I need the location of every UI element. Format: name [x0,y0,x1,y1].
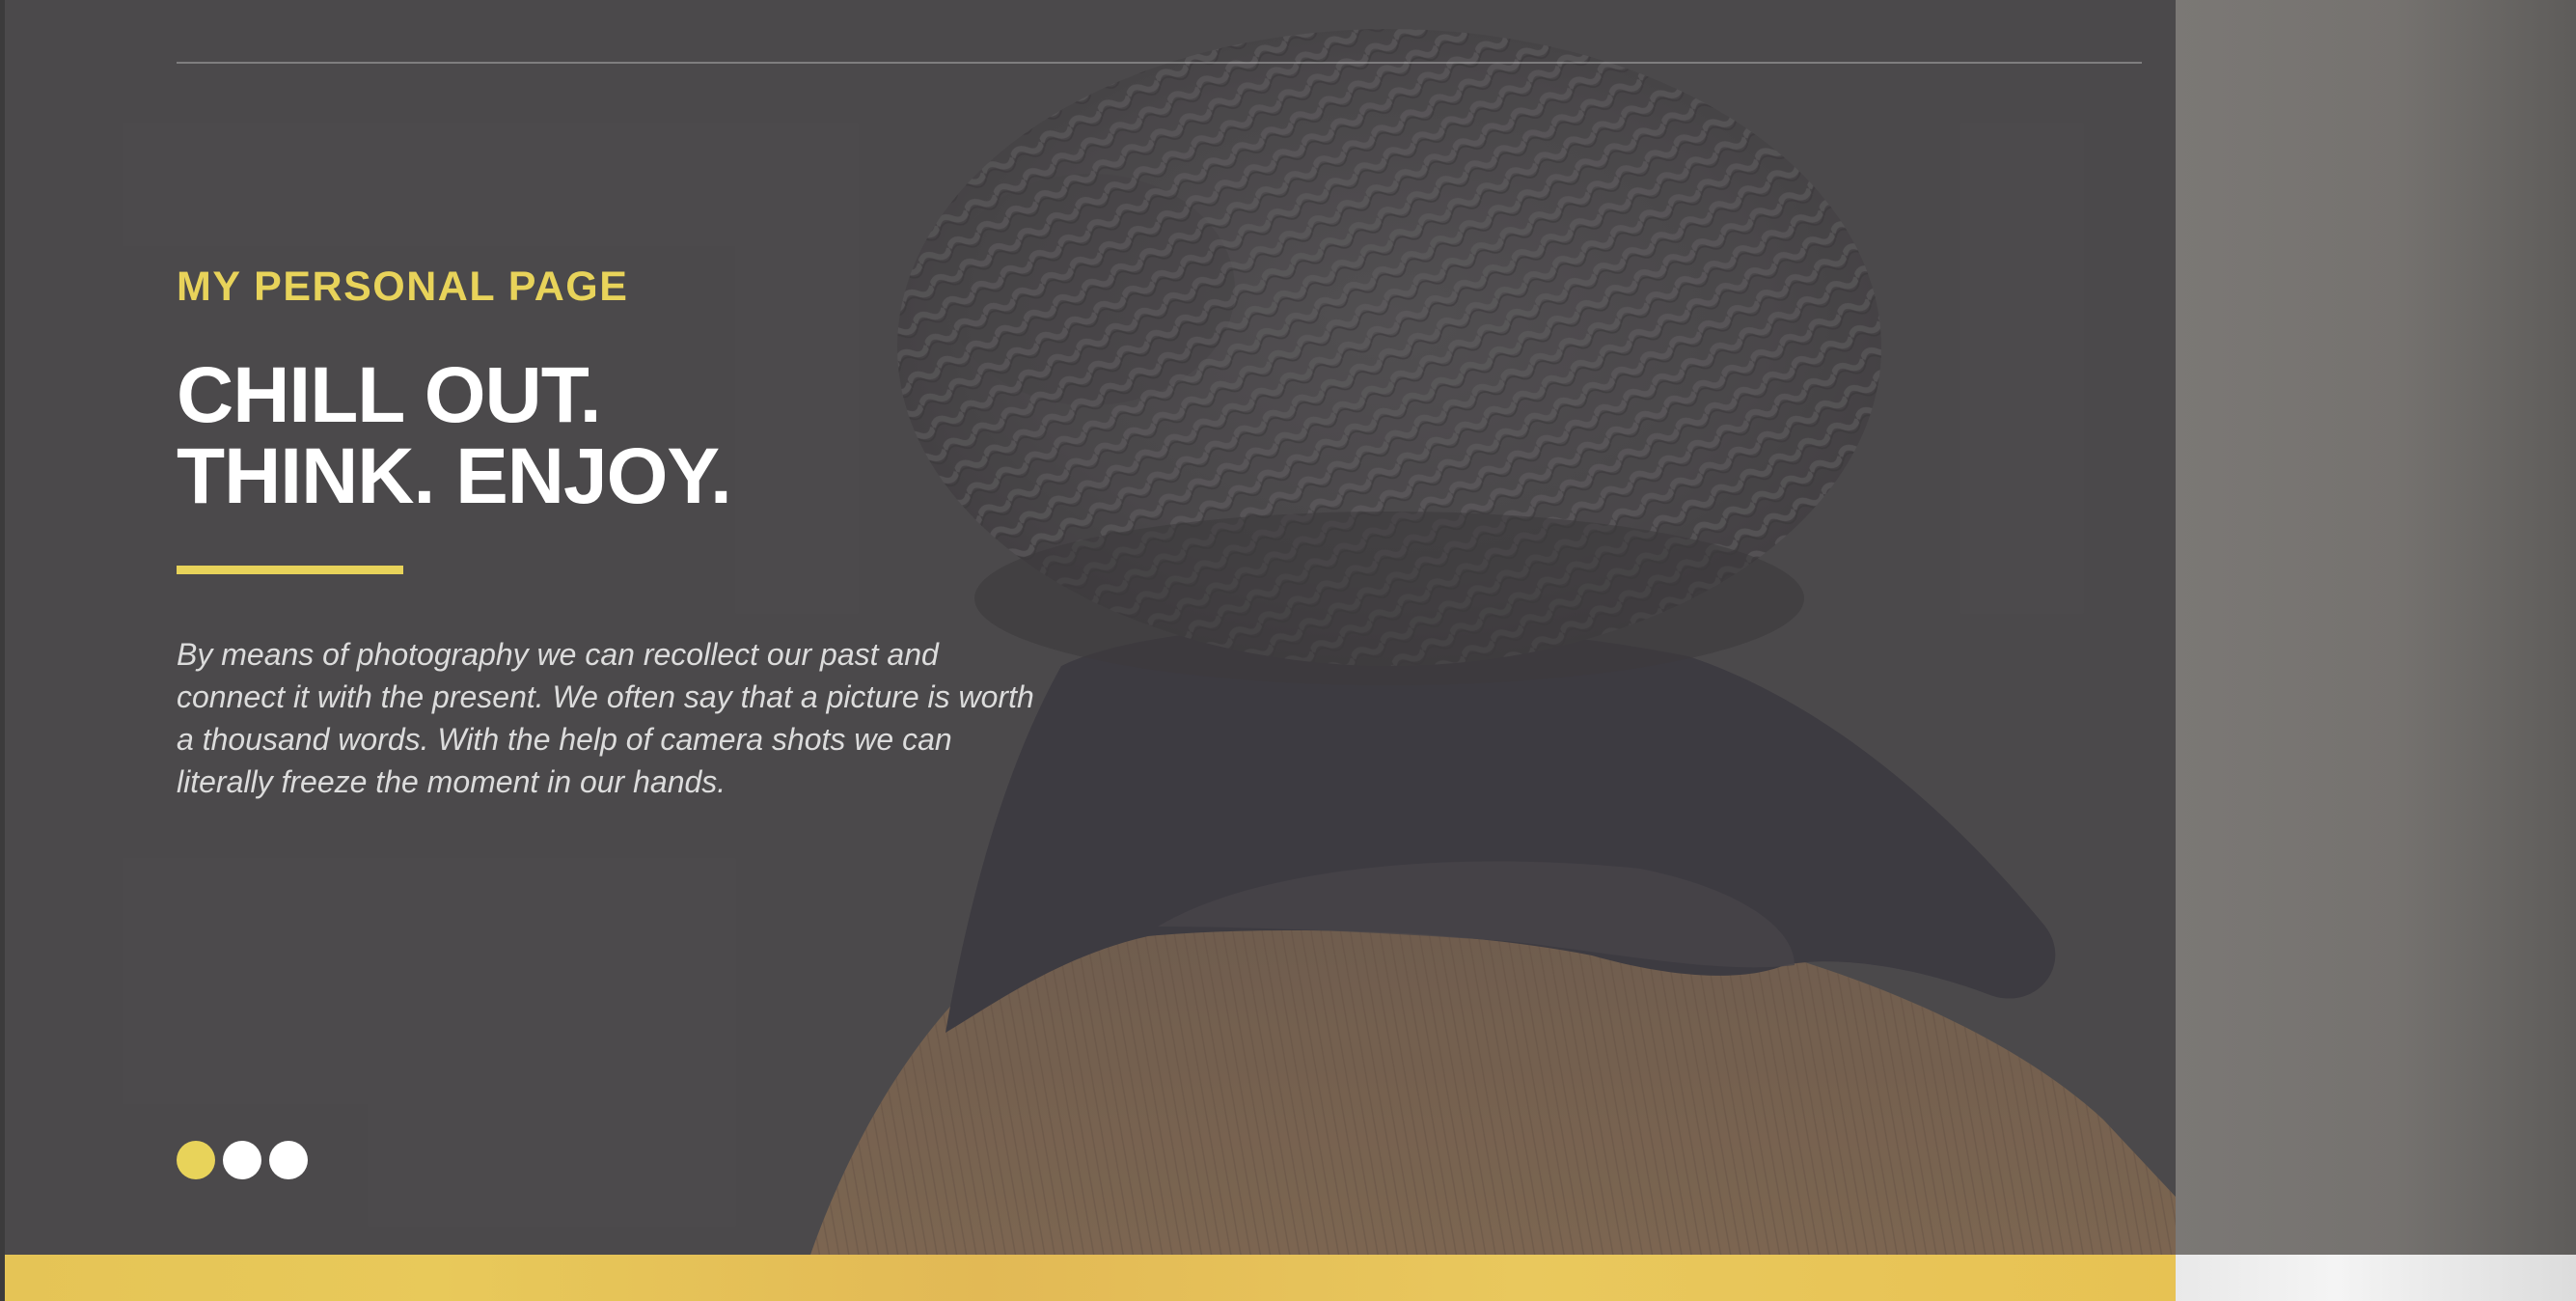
headline-line-1: CHILL OUT. [177,351,601,439]
hero-section: MY PERSONAL PAGE CHILL OUT. THINK. ENJOY… [0,0,2176,1255]
slider-dot-3[interactable] [269,1141,308,1179]
top-divider [177,62,2142,64]
hero-headline: CHILL OUT. THINK. ENJOY. [177,351,732,520]
right-bottom-background [2176,1255,2576,1301]
slider-pagination [177,1141,308,1179]
accent-underline [177,566,403,574]
hero-intro-text: By means of photography we can recollect… [177,637,1034,799]
next-section-yellow-strip [5,1255,2176,1301]
right-background [2176,0,2576,1255]
slider-dot-1[interactable] [177,1141,215,1179]
headline-line-2: THINK. ENJOY. [177,432,732,520]
hero-overlay [0,0,2176,1255]
hero-left-edge [0,0,5,1255]
slider-dot-2[interactable] [223,1141,261,1179]
page-eyebrow: MY PERSONAL PAGE [177,263,629,310]
page: MY PERSONAL PAGE CHILL OUT. THINK. ENJOY… [0,0,2576,1301]
